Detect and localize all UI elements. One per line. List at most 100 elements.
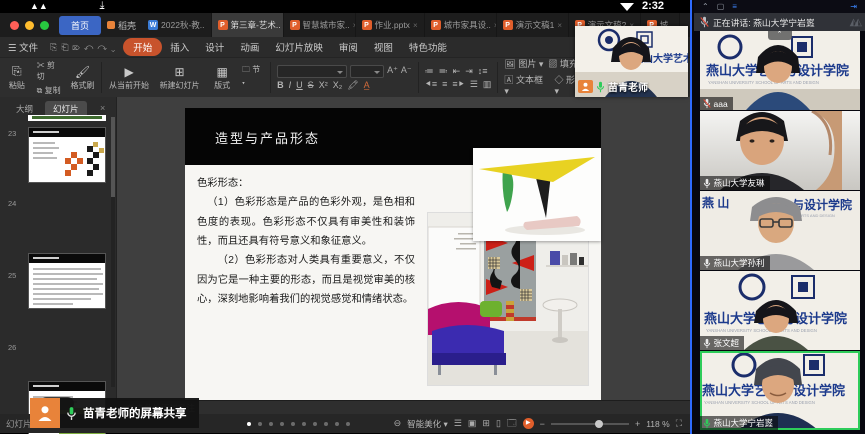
- menu-animation[interactable]: 动画: [232, 38, 267, 56]
- menu-slideshow[interactable]: 幻灯片放映: [267, 38, 331, 56]
- bullets-button[interactable]: ≔: [425, 66, 434, 77]
- columns-button[interactable]: ▥: [483, 79, 492, 90]
- window-icon[interactable]: ▢: [717, 2, 725, 11]
- close-tab-icon[interactable]: ×: [557, 21, 562, 30]
- export-icon[interactable]: 🗔: [507, 416, 517, 432]
- picture-button[interactable]: 🖼 图片 ▾: [504, 57, 543, 70]
- zoom-window-button[interactable]: [40, 21, 49, 30]
- bold-button[interactable]: B: [277, 80, 284, 90]
- notes-toggle-icon[interactable]: ☰: [454, 418, 462, 429]
- participant-tiles: 燕山大学艺术与设计学院 YANSHAN UNIVERSITY SCHOOL OF…: [694, 31, 865, 434]
- speaking-header: 正在讲话: 燕山大学宁岩嶳 ◭◭: [694, 13, 865, 31]
- collapse-icon[interactable]: ⌃: [702, 2, 709, 11]
- paste-button[interactable]: ⎘粘贴: [0, 58, 34, 97]
- self-video-overlay[interactable]: 燕山大学艺术与设计学院 苗青老师: [575, 26, 688, 97]
- quick-access-icons[interactable]: ⎘⎗⌦↶↷⌄: [50, 42, 119, 53]
- menu-start[interactable]: 开始: [123, 38, 162, 56]
- tab-doc-1[interactable]: P第三章-艺术..: [212, 13, 284, 37]
- font-color-button[interactable]: A̲: [364, 80, 370, 90]
- underline-button[interactable]: U: [296, 80, 303, 90]
- copy-button[interactable]: ⧉ 复制: [37, 85, 63, 96]
- zoom-out-button[interactable]: −: [540, 419, 545, 429]
- beautify-icon[interactable]: ⊖: [394, 418, 402, 429]
- menu-insert[interactable]: 插入: [162, 38, 197, 56]
- tab-home[interactable]: 首页: [59, 16, 101, 35]
- superscript-button[interactable]: X²: [319, 80, 328, 90]
- section-button[interactable]: 🗀 节 ▾: [242, 64, 265, 92]
- italic-button[interactable]: I: [289, 80, 292, 90]
- tab-store[interactable]: 稻壳: [101, 16, 142, 35]
- participant-tile-zhangwenchao[interactable]: 燕山大学艺术与设计学院 YANSHAN UNIVERSITY SCHOOL OF…: [700, 271, 860, 350]
- align-right-button[interactable]: ≡⯈: [452, 79, 464, 90]
- close-panel-icon[interactable]: ×: [100, 103, 105, 113]
- line-spacing-button[interactable]: ↕≡: [478, 66, 488, 76]
- zoom-slider-thumb[interactable]: [595, 420, 603, 428]
- play-from-current-button[interactable]: ▶从当前开始: [104, 58, 154, 97]
- menu-special[interactable]: 特色功能: [401, 38, 455, 56]
- tab-doc-5[interactable]: P演示文稿1×: [497, 13, 569, 37]
- new-slide-button[interactable]: ⊞新建幻灯片: [154, 58, 206, 97]
- collapse-tile-button[interactable]: ⌃: [768, 31, 792, 40]
- shrink-font-icon[interactable]: A⁻: [401, 65, 412, 78]
- zoom-in-button[interactable]: +: [635, 419, 640, 429]
- format-painter-button[interactable]: 🖌格式刷: [66, 58, 100, 97]
- thumbnail-slide-23[interactable]: [28, 127, 106, 183]
- minimize-window-button[interactable]: [25, 21, 34, 30]
- list-view-icon[interactable]: ≡: [732, 2, 737, 11]
- menu-file[interactable]: ☰ 文件: [0, 38, 46, 56]
- slide-image-memphis-table[interactable]: [473, 148, 601, 241]
- thumbnail-number: 24: [8, 199, 16, 208]
- sorter-view-icon[interactable]: ⊞: [482, 418, 490, 429]
- participant-tile-youlin[interactable]: 燕山大学友琳: [700, 111, 860, 190]
- pop-out-icon[interactable]: ⇥: [850, 2, 857, 11]
- align-left-button[interactable]: ⯇≡: [425, 79, 437, 90]
- slide-dots[interactable]: [247, 422, 350, 426]
- participant-tile-aaa[interactable]: 燕山大学艺术与设计学院 YANSHAN UNIVERSITY SCHOOL OF…: [700, 31, 860, 110]
- numbering-button[interactable]: ≕: [439, 66, 448, 77]
- slideshow-play-button[interactable]: ▶: [523, 418, 534, 429]
- mic-on-icon: [703, 178, 711, 189]
- smart-beautify-button[interactable]: 智能美化 ▾: [407, 418, 448, 430]
- mic-on-icon: [703, 338, 711, 349]
- tab-doc-3[interactable]: P作业.pptx×: [356, 13, 425, 37]
- mic-muted-icon: [703, 98, 711, 109]
- strikethrough-button[interactable]: S: [308, 80, 314, 90]
- align-center-button[interactable]: ≡: [442, 79, 447, 89]
- menu-view[interactable]: 视图: [366, 38, 401, 56]
- menu-design[interactable]: 设计: [197, 38, 232, 56]
- thumbnail-scrollbar[interactable]: [111, 117, 115, 387]
- meeting-app-menubar-icon[interactable]: ▲▲: [30, 1, 48, 11]
- thumbnail-number: 23: [8, 129, 16, 138]
- layout-button[interactable]: ▦版式: [205, 58, 239, 97]
- thumbnail-slide-24[interactable]: [28, 253, 106, 309]
- cut-button[interactable]: ✂ 剪切: [37, 60, 63, 82]
- close-window-button[interactable]: [10, 21, 19, 30]
- zoom-percent[interactable]: 118 %: [646, 419, 669, 429]
- close-tab-icon[interactable]: ×: [413, 21, 418, 30]
- meeting-panel: ⌃ ▢ ≡ ⇥ 正在讲话: 燕山大学宁岩嶳 ◭◭ 燕山大学艺术与设计学院 YAN…: [690, 0, 865, 434]
- fit-slide-icon[interactable]: ⛶: [676, 418, 682, 429]
- subscript-button[interactable]: X₂: [333, 80, 343, 90]
- tab-doc-2[interactable]: P智慧城市家..×: [284, 13, 356, 37]
- tab-doc-0[interactable]: W2022秋-教..: [142, 13, 211, 37]
- notes-bar[interactable]: 单击此处添加备注: [117, 400, 690, 414]
- normal-view-icon[interactable]: ▣: [468, 418, 477, 429]
- font-size-select[interactable]: [350, 65, 384, 78]
- indent-inc-button[interactable]: ⇥: [465, 66, 473, 77]
- menubar-dropdown-icon[interactable]: [620, 3, 634, 11]
- highlight-button[interactable]: 🖍: [347, 80, 358, 91]
- zoom-slider[interactable]: [551, 423, 629, 425]
- textbox-button[interactable]: 🄰 文本框 ▾: [504, 73, 549, 97]
- thumbnail-slide-22-partial[interactable]: [28, 115, 106, 121]
- justify-button[interactable]: ☰: [470, 79, 478, 90]
- slide-canvas[interactable]: 造型与产品形态 色彩形态： （1）色彩形态是产品的色彩外观，是色相和色度的表现。…: [185, 108, 601, 400]
- participant-tile-sunli[interactable]: 与设计学院 OF ARTS AND DESIGN 燕 山 燕山大学孙利: [700, 191, 860, 270]
- indent-dec-button[interactable]: ⇤: [453, 66, 461, 77]
- participant-tile-ningyan-speaking[interactable]: 燕山大学艺术与设计学院 YANSHAN UNIVERSITY SCHOOL OF…: [700, 351, 860, 430]
- grow-font-icon[interactable]: A⁺: [387, 65, 398, 78]
- tab-doc-4[interactable]: P城市家具设..×: [425, 13, 497, 37]
- reading-view-icon[interactable]: ▯: [496, 418, 501, 429]
- download-icon[interactable]: ⤓̲: [100, 0, 104, 11]
- font-family-select[interactable]: [277, 65, 347, 78]
- menu-review[interactable]: 审阅: [331, 38, 366, 56]
